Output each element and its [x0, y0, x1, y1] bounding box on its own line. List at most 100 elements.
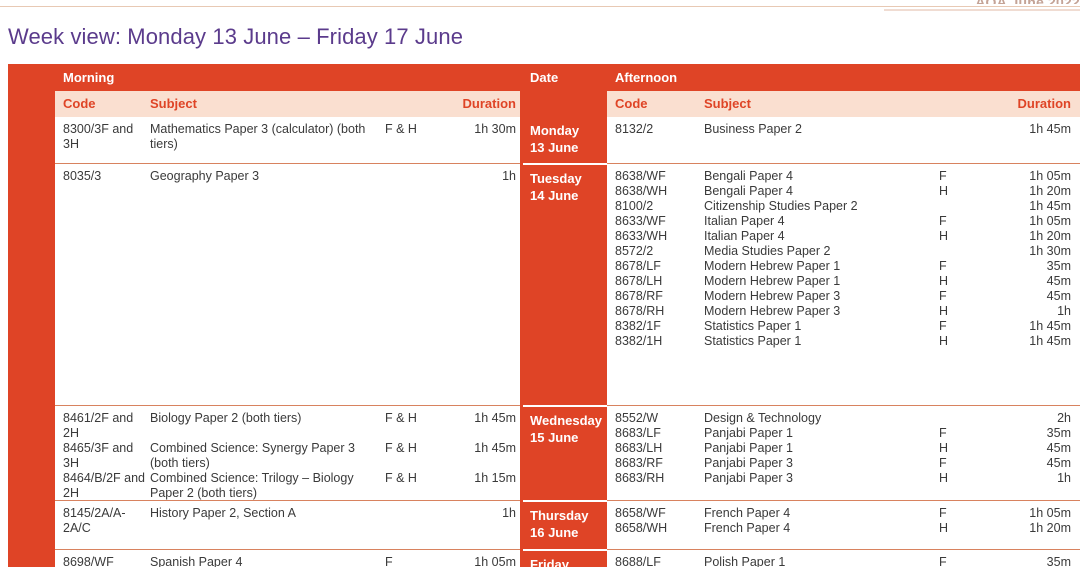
- day-date: 15 June: [530, 430, 579, 445]
- exam-tier: F & H: [385, 471, 417, 485]
- afternoon-column-headers: Code Subject Duration: [607, 91, 1080, 117]
- top-hairline-rule: [0, 6, 1080, 7]
- exam-code: 8683/RF: [615, 456, 663, 470]
- date-cell-monday: Monday 13 June: [523, 117, 607, 163]
- day-date: 16 June: [530, 525, 579, 540]
- afternoon-rows: 8688/LFPolish Paper 1F35m8688/LHPolish P…: [607, 550, 1080, 567]
- exam-subject: Spanish Paper 4: [150, 555, 243, 567]
- exam-code: 8698/WF: [63, 555, 114, 567]
- table-row[interactable]: 8658/WF French Paper 4 F 1h 05m: [607, 506, 1080, 521]
- exam-subject: Bengali Paper 4: [704, 169, 793, 183]
- exam-tier: F & H: [385, 441, 417, 455]
- timetable: Morning Code Subject Duration 8300/3F an…: [55, 64, 1080, 567]
- table-row[interactable]: 8638/WH Bengali Paper 4 H 1h 20m: [607, 184, 1080, 199]
- exam-tier: F: [939, 555, 947, 567]
- exam-subject: Italian Paper 4: [704, 229, 785, 243]
- morning-rows: 8461/2F and 2H Biology Paper 2 (both tier…: [55, 406, 523, 500]
- table-row[interactable]: 8678/RF Modern Hebrew Paper 3 F 45m: [607, 289, 1080, 304]
- exam-code: 8382/1H: [615, 334, 663, 348]
- table-row[interactable]: 8698/WF Spanish Paper 4 F 1h 05m: [55, 555, 523, 567]
- table-row[interactable]: 8678/LF Modern Hebrew Paper 1 F 35m: [607, 259, 1080, 274]
- table-row[interactable]: 8683/LH Panjabi Paper 1 H 45m: [607, 441, 1080, 456]
- table-row[interactable]: 8683/RH Panjabi Paper 3 H 1h: [607, 471, 1080, 486]
- exam-code: 8658/WF: [615, 506, 666, 520]
- exam-subject: Business Paper 2: [704, 122, 802, 136]
- exam-code: 8633/WF: [615, 214, 666, 228]
- table-row[interactable]: 8552/W Design & Technology 2h: [607, 411, 1080, 426]
- afternoon-day-block-wednesday: 8552/W Design & Technology 2h 8683/LF Panjab…: [607, 405, 1080, 500]
- table-row[interactable]: 8300/3F and 3H Mathematics Paper 3 (calcu…: [55, 122, 523, 152]
- table-row[interactable]: 8382/1F Statistics Paper 1 F 1h 45m: [607, 319, 1080, 334]
- table-row[interactable]: 8633/WF Italian Paper 4 F 1h 05m: [607, 214, 1080, 229]
- table-row[interactable]: 8658/WH French Paper 4 H 1h 20m: [607, 521, 1080, 536]
- table-row[interactable]: 8145/2A/A-2A/C History Paper 2, Section A…: [55, 506, 523, 536]
- exam-tier: H: [939, 521, 949, 535]
- table-row[interactable]: 8100/2 Citizenship Studies Paper 2 1h 45m: [607, 199, 1080, 214]
- exam-subject: French Paper 4: [704, 506, 791, 520]
- exam-subject: Polish Paper 1: [704, 555, 786, 567]
- exam-code: 8678/LH: [615, 274, 663, 288]
- exam-code: 8300/3F and 3H: [63, 122, 134, 151]
- afternoon-session-header: Afternoon: [607, 64, 1080, 91]
- table-row[interactable]: 8465/3F and 3H Combined Science: Synergy …: [55, 441, 523, 471]
- afternoon-column: Afternoon Code Subject Duration 8132/2 Bu…: [607, 64, 1080, 567]
- exam-duration: 1h: [502, 506, 516, 520]
- exam-code: 8464/B/2F and 2H: [63, 471, 146, 500]
- exam-tier: F: [939, 319, 947, 333]
- table-row[interactable]: 8683/RF Panjabi Paper 3 F 45m: [607, 456, 1080, 471]
- exam-subject: Combined Science: Trilogy – Biology Pape…: [150, 471, 354, 500]
- table-row[interactable]: 8683/LF Panjabi Paper 1 F 35m: [607, 426, 1080, 441]
- table-row[interactable]: 8461/2F and 2H Biology Paper 2 (both tier…: [55, 411, 523, 441]
- morning-rows: 8698/WFSpanish Paper 4F1h 05m8698/WHSpan…: [55, 550, 523, 567]
- exam-duration: 1h: [1057, 471, 1071, 485]
- afternoon-header-subject: Subject: [704, 96, 751, 111]
- afternoon-day-block-monday: 8132/2 Business Paper 2 1h 45m: [607, 117, 1080, 163]
- date-session-header: Date: [523, 64, 607, 91]
- table-row[interactable]: 8638/WF Bengali Paper 4 F 1h 05m: [607, 169, 1080, 184]
- date-column-subheader: [523, 91, 607, 117]
- morning-day-block-tuesday: 8035/3 Geography Paper 3 1h: [55, 163, 523, 405]
- morning-rows: 8145/2A/A-2A/C History Paper 2, Section A…: [55, 501, 523, 536]
- exam-code: 8100/2: [615, 199, 654, 213]
- exam-tier: F: [939, 169, 947, 183]
- exam-tier: H: [939, 441, 949, 455]
- exam-duration: 1h: [1057, 304, 1071, 318]
- table-row[interactable]: 8678/LH Modern Hebrew Paper 1 H 45m: [607, 274, 1080, 289]
- table-row[interactable]: 8382/1H Statistics Paper 1 H 1h 45m: [607, 334, 1080, 349]
- exam-subject: Biology Paper 2 (both tiers): [150, 411, 302, 425]
- exam-subject: Italian Paper 4: [704, 214, 785, 228]
- exam-duration: 1h 45m: [1029, 199, 1071, 213]
- exam-duration: 35m: [1046, 259, 1071, 273]
- table-row[interactable]: 8688/LF Polish Paper 1 F 35m: [607, 555, 1080, 567]
- table-row[interactable]: 8572/2 Media Studies Paper 2 1h 30m: [607, 244, 1080, 259]
- table-row[interactable]: 8132/2 Business Paper 2 1h 45m: [607, 122, 1080, 137]
- table-row[interactable]: 8035/3 Geography Paper 3 1h: [55, 169, 523, 184]
- day-name: Thursday: [530, 508, 589, 523]
- day-date: 13 June: [530, 140, 579, 155]
- exam-duration: 1h 45m: [474, 411, 516, 425]
- morning-rows: 8300/3F and 3H Mathematics Paper 3 (calcu…: [55, 117, 523, 152]
- table-row[interactable]: 8464/B/2F and 2H Combined Science: Trilog…: [55, 471, 523, 500]
- exam-subject: Statistics Paper 1: [704, 319, 802, 333]
- table-row[interactable]: 8678/RH Modern Hebrew Paper 3 H 1h: [607, 304, 1080, 319]
- morning-column: Morning Code Subject Duration 8300/3F an…: [55, 64, 523, 567]
- table-row[interactable]: 8633/WH Italian Paper 4 H 1h 20m: [607, 229, 1080, 244]
- exam-subject: Citizenship Studies Paper 2: [704, 199, 858, 213]
- afternoon-header-duration: Duration: [1017, 96, 1071, 111]
- exam-code: 8678/RH: [615, 304, 665, 318]
- afternoon-body: 8132/2 Business Paper 2 1h 45m 8638/WF Benga…: [607, 117, 1080, 567]
- afternoon-rows: 8132/2 Business Paper 2 1h 45m: [607, 117, 1080, 137]
- exam-duration: 1h 30m: [1029, 244, 1071, 258]
- exam-tier: F: [939, 214, 947, 228]
- afternoon-day-block-friday: 8688/LFPolish Paper 1F35m8688/LHPolish P…: [607, 549, 1080, 567]
- exam-duration: 45m: [1046, 456, 1071, 470]
- exam-tier: F: [385, 555, 393, 567]
- exam-subject: Modern Hebrew Paper 3: [704, 304, 841, 318]
- exam-code: 8552/W: [615, 411, 659, 425]
- exam-code: 8132/2: [615, 122, 654, 136]
- exam-code: 8638/WH: [615, 184, 668, 198]
- exam-code: 8688/LF: [615, 555, 661, 567]
- afternoon-rows: 8658/WF French Paper 4 F 1h 05m 8658/WH Frenc…: [607, 501, 1080, 536]
- exam-code: 8461/2F and 2H: [63, 411, 134, 440]
- exam-tier: H: [939, 274, 949, 288]
